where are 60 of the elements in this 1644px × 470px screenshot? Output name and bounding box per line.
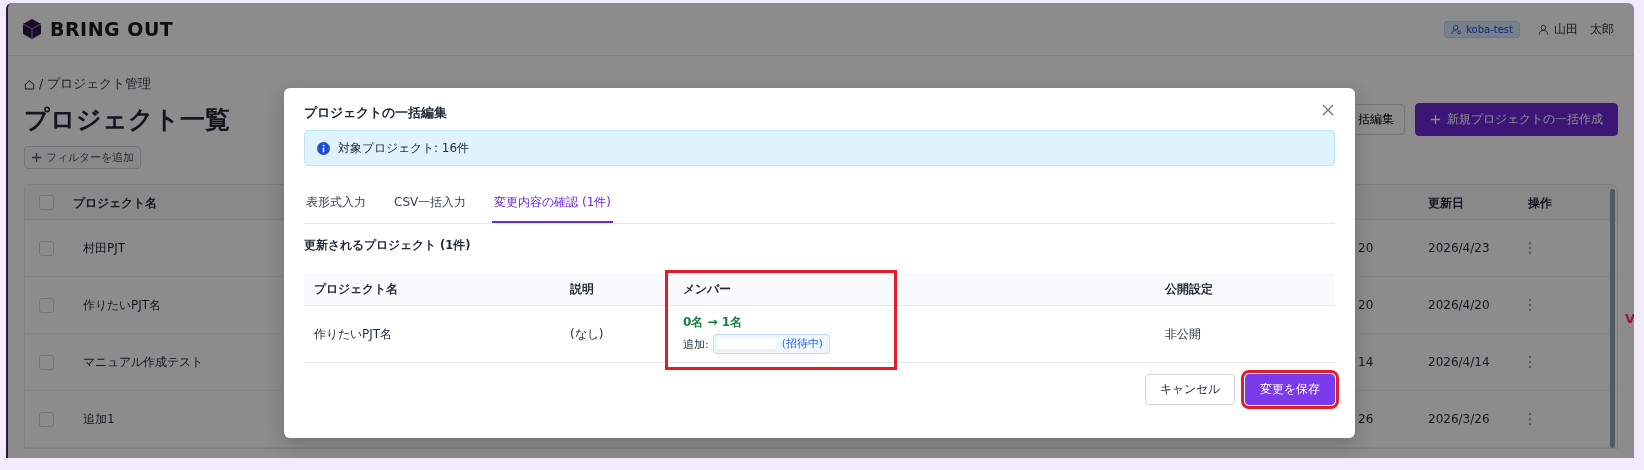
dialog-title: プロジェクトの一括編集: [304, 104, 447, 122]
column-header: プロジェクト名: [73, 196, 157, 210]
tab[interactable]: 変更内容の確認 (1件): [492, 188, 614, 223]
column-header: メンバー: [683, 280, 731, 298]
table-cell: 20: [1358, 241, 1374, 255]
table-cell: 26: [1358, 412, 1374, 426]
table-cell: 非公開: [1165, 325, 1201, 343]
create-button[interactable]: 新規プロジェクトの一括作成: [1415, 103, 1618, 136]
redacted-bar: [717, 337, 776, 351]
cube-icon: [22, 18, 42, 40]
user-icon: [1538, 23, 1549, 35]
plus-icon: [31, 152, 42, 163]
invite-status: (招待中): [781, 337, 823, 351]
table-cell: 追加1: [83, 410, 115, 428]
info-icon: [317, 141, 330, 155]
checkbox[interactable]: [38, 411, 54, 427]
column-header: 操作: [1528, 196, 1552, 210]
checkbox[interactable]: [38, 195, 54, 210]
added-label: 追加:: [683, 336, 709, 352]
member-count-change: 0名 → 1名: [683, 314, 743, 331]
section-title: 更新されるプロジェクト (1件): [304, 238, 472, 253]
more-icon[interactable]: [1528, 298, 1532, 312]
user-name[interactable]: 山田 太郎: [1554, 20, 1614, 38]
table-cell: 作りたいPJT名: [83, 296, 162, 314]
column-header: 更新日: [1428, 196, 1464, 210]
info-text: 対象プロジェクト: 16件: [338, 139, 470, 157]
scrollbar[interactable]: [1610, 189, 1615, 448]
checkbox[interactable]: [38, 240, 54, 256]
table-cell: 2026/3/26: [1428, 412, 1490, 426]
checkbox[interactable]: [38, 297, 54, 313]
cancel-button[interactable]: キャンセル: [1145, 374, 1235, 405]
page-title: プロジェクト一覧: [24, 104, 230, 136]
table-cell: 作りたいPJT名: [314, 325, 393, 343]
plus-icon: [1430, 114, 1441, 125]
table-cell: 14: [1358, 355, 1374, 369]
table-cell: 2026/4/20: [1428, 298, 1490, 312]
table-cell: 村田PJT: [83, 239, 126, 257]
column-header: 公開設定: [1165, 280, 1213, 298]
table-cell: 2026/4/23: [1428, 241, 1490, 255]
table-cell: マニュアル作成テスト: [83, 353, 203, 371]
edge-mark: V: [1624, 311, 1634, 326]
more-icon[interactable]: [1528, 241, 1532, 255]
table-cell: 2026/4/14: [1428, 355, 1490, 369]
tab[interactable]: CSV一括入力: [392, 188, 469, 223]
more-icon[interactable]: [1528, 355, 1532, 369]
user-search-icon: [1451, 23, 1463, 35]
column-header: プロジェクト名: [314, 280, 398, 298]
app-logo: BRING OUT: [50, 18, 174, 40]
table-cell: 20: [1358, 298, 1374, 312]
more-icon[interactable]: [1528, 412, 1532, 426]
checkbox[interactable]: [38, 354, 54, 370]
table-cell: (なし): [570, 325, 604, 343]
close-icon[interactable]: [1321, 103, 1335, 117]
home-icon[interactable]: [24, 79, 35, 90]
workspace-name: koba-test: [1466, 23, 1513, 35]
breadcrumb[interactable]: / プロジェクト管理: [39, 76, 152, 93]
column-header: 説明: [570, 280, 594, 298]
add-filter-button[interactable]: フィルターを追加: [24, 146, 141, 169]
tab[interactable]: 表形式入力: [304, 188, 368, 223]
workspace-badge[interactable]: koba-test: [1444, 20, 1520, 38]
